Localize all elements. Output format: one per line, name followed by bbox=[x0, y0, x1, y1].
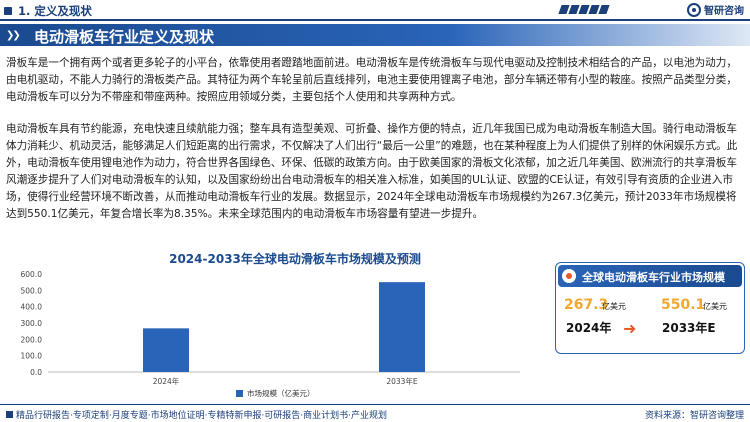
legend-swatch bbox=[236, 390, 243, 397]
legend-label: 市场规模（亿美元） bbox=[247, 388, 315, 398]
chevron-right-icon: ❯❯ bbox=[6, 30, 21, 41]
logo-icon bbox=[687, 2, 701, 17]
footer-source: 资料来源：智研咨询整理 bbox=[644, 411, 744, 421]
section-title-text: 1. 定义及现状 bbox=[18, 4, 92, 18]
value-2033: 550.1 bbox=[661, 297, 706, 313]
y-tick-label: 400.0 bbox=[21, 303, 43, 312]
target-icon bbox=[562, 269, 576, 283]
status-paragraph: 电动滑板车具有节约能源，充电快速且续航能力强；整车具有造型美观、可折叠、操作方便… bbox=[6, 123, 738, 220]
top-header: 1. 定义及现状 智研咨询 bbox=[0, 0, 750, 22]
bar bbox=[379, 282, 425, 372]
logo-text: 智研咨询 bbox=[704, 6, 744, 17]
market-size-card: 全球电动滑板车行业市场规模 267.3 亿美元 550.1 亿美元 2024年 … bbox=[555, 262, 745, 354]
y-tick-label: 500.0 bbox=[21, 286, 43, 295]
bar bbox=[143, 328, 189, 372]
footer-divider bbox=[0, 404, 750, 405]
logo: 智研咨询 bbox=[687, 2, 744, 17]
y-tick-label: 200.0 bbox=[21, 335, 43, 344]
market-size-chart: 0.0 100.0 200.0 300.0 400.0 500.0 600.0 2024年 20… bbox=[21, 270, 520, 398]
footer-bullet-icon bbox=[6, 411, 13, 418]
unit-2033: 亿美元 bbox=[703, 302, 727, 311]
header-decoration bbox=[558, 5, 610, 14]
y-tick-label: 100.0 bbox=[21, 352, 43, 361]
x-tick-label: 2033年E bbox=[386, 376, 418, 386]
y-tick-label: 0.0 bbox=[30, 368, 42, 377]
footer-services-text: 精品行研报告·专项定制·月度专题·市场地位证明·专精特新申报·可研报告·商业计划… bbox=[16, 411, 388, 421]
year-2033-label: 2033年E bbox=[662, 321, 716, 335]
title-banner: ❯❯ 电动滑板车行业定义及现状 bbox=[0, 24, 750, 46]
year-2024-label: 2024年 bbox=[566, 321, 612, 335]
definition-paragraph: 滑板车是一个拥有两个或者更多轮子的小平台，依靠使用者蹬踏地面前进。电动滑板车是传… bbox=[6, 57, 737, 103]
growth-arrow-icon: ➜ bbox=[623, 319, 637, 338]
card-title: 全球电动滑板车行业市场规模 bbox=[582, 271, 725, 284]
page-title: 电动滑板车行业定义及现状 bbox=[34, 28, 215, 46]
section-bullet-icon bbox=[4, 7, 12, 15]
footer-services: 精品行研报告·专项定制·月度专题·市场地位证明·专精特新申报·可研报告·商业计划… bbox=[6, 408, 387, 421]
card-header: 全球电动滑板车行业市场规模 bbox=[558, 265, 742, 287]
header-divider bbox=[0, 19, 750, 21]
y-tick-label: 600.0 bbox=[21, 270, 43, 279]
x-tick-label: 2024年 bbox=[153, 376, 180, 386]
section-title: 1. 定义及现状 bbox=[4, 3, 92, 19]
y-tick-label: 300.0 bbox=[21, 319, 43, 328]
unit-2024: 亿美元 bbox=[602, 302, 626, 311]
